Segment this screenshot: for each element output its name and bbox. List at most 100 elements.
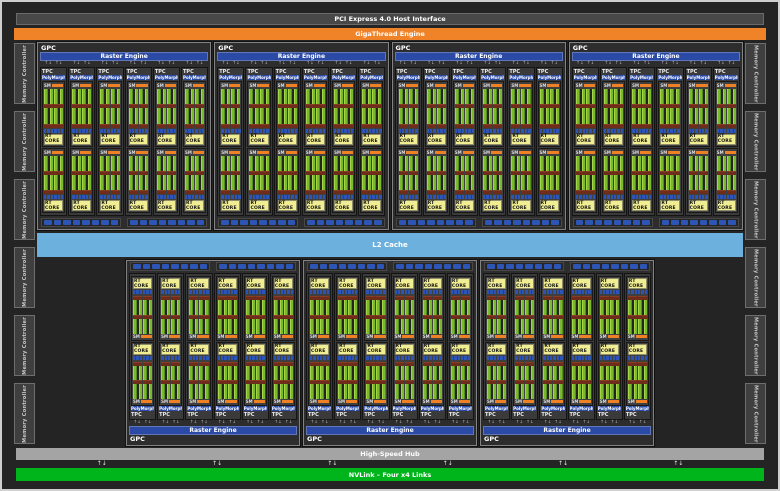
- sm-tex-row: [310, 355, 330, 360]
- core-divider: [511, 190, 521, 194]
- sm-orange-strip: [583, 150, 595, 154]
- core-divider: [698, 123, 708, 128]
- gpc: GPCRaster Engine↑↓↑↓TPCPolyMorph EngineS…: [213, 41, 390, 231]
- cuda-core-block: [171, 384, 181, 399]
- tex-unit-block: [430, 195, 433, 199]
- polymorph-engine-bar: PolyMorph Engine: [481, 75, 505, 80]
- sm-label: SM: [543, 399, 551, 404]
- sm-unit: SM RT CORE: [569, 341, 593, 406]
- sm-core-column: [348, 361, 358, 399]
- memory-controller-label: Memory Controller: [21, 44, 28, 103]
- tex-unit-block: [249, 355, 252, 360]
- sm-tex-row: [398, 128, 418, 133]
- core-divider: [259, 190, 269, 194]
- sm-orange-strip: [551, 400, 563, 403]
- sm-core-area: [511, 155, 531, 194]
- sm-unit: SM RT CORE: [541, 341, 565, 406]
- cuda-core-block: [221, 174, 231, 190]
- port-group: [658, 218, 739, 227]
- sm-header: SM: [628, 334, 648, 339]
- tex-unit-block: [376, 355, 379, 360]
- sm-core-area: [487, 361, 507, 399]
- sm-unit: SM RT CORE: [42, 81, 66, 147]
- core-divider: [221, 190, 231, 194]
- cuda-core-block: [227, 318, 237, 334]
- sm-tex-row: [366, 355, 386, 360]
- tex-unit-block: [644, 355, 648, 360]
- sm-header: SM: [511, 83, 531, 88]
- port-block: [415, 264, 423, 269]
- sm-unit: SM RT CORE: [219, 81, 243, 147]
- sm-unit: SM RT CORE: [630, 147, 654, 213]
- cuda-core-block: [110, 155, 120, 171]
- polymorph-engine-bar: PolyMorph Engine: [658, 75, 682, 80]
- cuda-core-block: [539, 155, 549, 171]
- sm-core-area: [189, 361, 209, 399]
- sm-label: SM: [100, 149, 108, 155]
- sm-label: SM: [599, 399, 607, 404]
- cuda-core-block: [110, 174, 120, 190]
- sm-unit: SM RT CORE: [448, 341, 473, 406]
- sm-core-column: [688, 155, 698, 194]
- polymorph-engine-bar: PolyMorph Engine: [424, 75, 448, 80]
- tex-unit-block: [660, 128, 663, 133]
- sm-header: SM: [717, 150, 736, 155]
- rt-core: RT CORE: [156, 200, 177, 211]
- tex-unit-block: [614, 195, 617, 199]
- core-divider: [166, 190, 177, 194]
- gpc-label: GPC: [41, 44, 56, 52]
- sm-core-area: [133, 361, 153, 399]
- sm-tex-row: [44, 195, 64, 199]
- port-block: [240, 220, 248, 225]
- tex-unit-block: [579, 195, 582, 199]
- cuda-core-block: [660, 174, 670, 190]
- tpc-box: TPCPolyMorph EngineSMRT CORESMRT CORE: [567, 273, 595, 420]
- tex-unit-block: [436, 355, 439, 360]
- cuda-core-block: [315, 89, 326, 105]
- tex-unit-block: [47, 195, 50, 199]
- tex-unit-block: [483, 128, 486, 133]
- cuda-core-block: [599, 365, 609, 381]
- port-block: [187, 220, 195, 225]
- sm-label: SM: [156, 83, 164, 88]
- sm-core-area: [305, 155, 326, 194]
- rt-core: RT CORE: [362, 200, 382, 211]
- tex-unit-block: [422, 290, 426, 294]
- cuda-core-block: [493, 89, 503, 105]
- cuda-core-block: [627, 318, 637, 334]
- cuda-core-block: [688, 155, 698, 171]
- tex-unit-block: [344, 355, 348, 360]
- tex-unit-block: [531, 355, 535, 360]
- core-divider: [156, 123, 166, 128]
- sm-label: SM: [189, 333, 197, 339]
- cuda-core-block: [156, 155, 166, 171]
- sm-tex-row: [688, 195, 708, 199]
- sm-core-area: [660, 89, 680, 128]
- cuda-core-block: [166, 155, 177, 171]
- cuda-core-block: [156, 89, 166, 105]
- tex-unit-block: [500, 355, 503, 360]
- port-block: [373, 220, 382, 225]
- tpc: ↑↓↑↓TPCPolyMorph EngineSMRT CORESMRT COR…: [301, 61, 330, 216]
- sm-core-area: [161, 361, 181, 399]
- sm-label: SM: [245, 333, 253, 339]
- sm-core-column: [581, 361, 591, 399]
- sm-core-area: [156, 89, 177, 128]
- port-block: [541, 220, 550, 225]
- tex-unit-block: [117, 128, 120, 133]
- sm-unit: SM RT CORE: [420, 276, 444, 341]
- cuda-core-block: [362, 174, 372, 190]
- gpc: GPCRaster Engine↑↓↑↓TPCPolyMorph EngineS…: [302, 259, 478, 447]
- sm-core-area: [688, 155, 708, 194]
- tex-unit-block: [277, 355, 280, 360]
- rt-core: RT CORE: [221, 200, 241, 211]
- sm-core-area: [128, 155, 148, 194]
- cuda-core-block: [726, 155, 736, 171]
- polymorph-engine-bar: PolyMorph Engine: [187, 406, 211, 411]
- tex-unit-block: [196, 290, 199, 294]
- cuda-core-block: [133, 318, 143, 334]
- sm-orange-strip: [640, 84, 652, 87]
- cuda-core-block: [483, 89, 493, 105]
- tex-unit-block: [319, 128, 322, 133]
- tex-unit-block: [454, 128, 458, 133]
